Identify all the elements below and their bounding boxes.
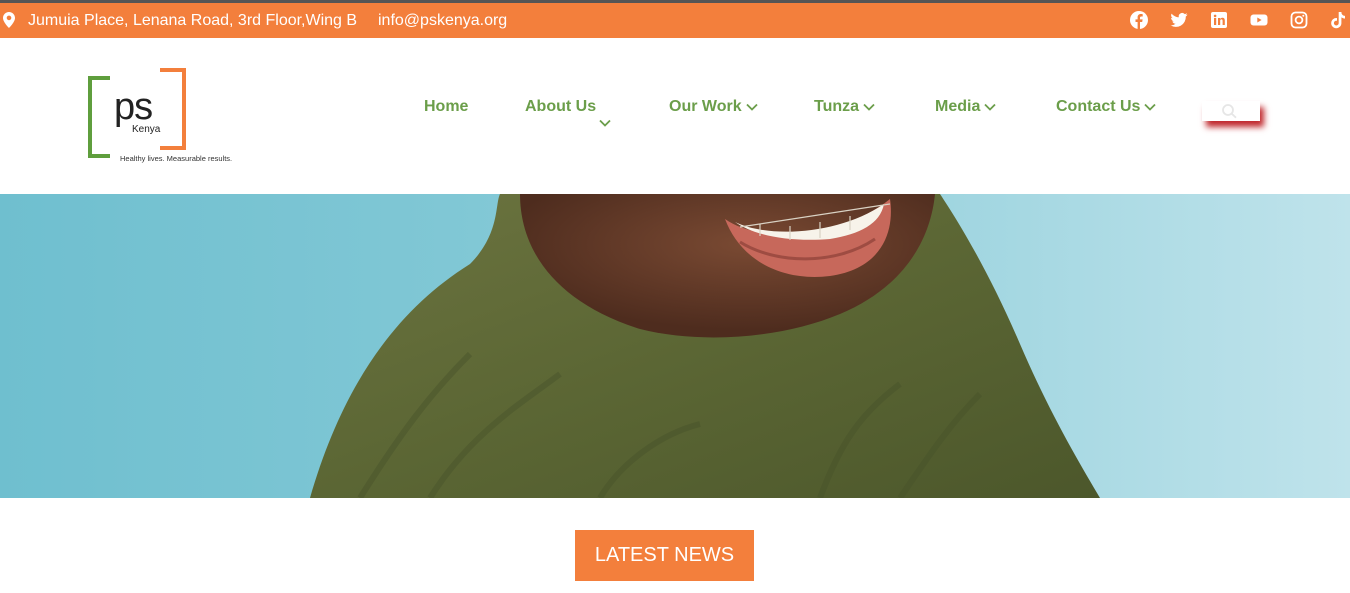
pskenya-logo[interactable]: ps Kenya Healthy lives. Measurable resul… <box>88 68 248 168</box>
nav-tunza[interactable]: Tunza <box>814 98 875 116</box>
latest-news-button[interactable]: LATEST NEWS <box>575 530 754 581</box>
facebook-icon[interactable] <box>1130 11 1148 29</box>
nav-label: Media <box>935 98 981 115</box>
nav-label: Contact Us <box>1056 98 1141 115</box>
nav-contact-us[interactable]: Contact Us <box>1056 98 1157 116</box>
tiktok-icon[interactable] <box>1329 11 1347 29</box>
email-link[interactable]: info@pskenya.org <box>378 12 507 30</box>
nav-our-work[interactable]: Our Work <box>669 98 758 116</box>
nav-media[interactable]: Media <box>935 98 996 116</box>
nav-about-us[interactable]: About Us <box>525 98 596 116</box>
chevron-down-icon <box>984 103 996 111</box>
nav-label: About Us <box>525 98 597 115</box>
nav-label: Our Work <box>669 98 742 115</box>
logo-mark: ps <box>114 86 153 128</box>
logo-country: Kenya <box>132 124 161 135</box>
nav-home[interactable]: Home <box>424 98 468 116</box>
nav-label: Home <box>424 98 469 115</box>
hero-banner <box>0 194 1350 498</box>
about-us-chevron-down-icon[interactable] <box>599 119 611 127</box>
search-button[interactable] <box>1202 101 1260 121</box>
site-header: ps Kenya Healthy lives. Measurable resul… <box>0 38 1350 194</box>
top-contact-bar: Jumuia Place, Lenana Road, 3rd Floor,Win… <box>0 3 1350 38</box>
instagram-icon[interactable] <box>1290 11 1308 29</box>
search-icon <box>1222 104 1237 119</box>
hero-image <box>0 194 1350 498</box>
chevron-down-icon <box>863 103 875 111</box>
chevron-down-icon <box>1144 103 1157 111</box>
location-pin-icon <box>3 12 15 28</box>
logo-tagline: Healthy lives. Measurable results. <box>120 154 233 163</box>
logo-green-bracket <box>88 76 110 158</box>
linkedin-icon[interactable] <box>1210 11 1228 29</box>
nav-label: Tunza <box>814 98 860 115</box>
chevron-down-icon <box>745 103 758 111</box>
logo-orange-bracket <box>160 68 186 150</box>
twitter-icon[interactable] <box>1170 11 1188 29</box>
youtube-icon[interactable] <box>1250 11 1268 29</box>
latest-news-label: LATEST NEWS <box>594 544 735 566</box>
address-text: Jumuia Place, Lenana Road, 3rd Floor,Win… <box>28 12 358 29</box>
